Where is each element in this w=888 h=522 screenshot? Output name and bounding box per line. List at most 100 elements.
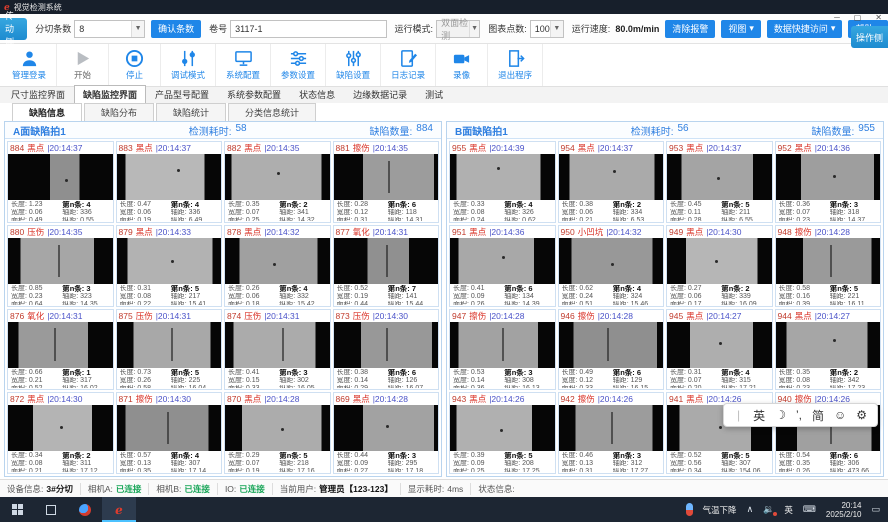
task-view-button[interactable]	[34, 497, 68, 522]
ime-lang-toggle[interactable]: 英	[753, 407, 765, 424]
defect-image[interactable]	[334, 154, 439, 200]
defect-cell[interactable]: 874 压伤 |20:14:31 长度: 0.41 宽度: 0.15 面积: 0…	[224, 309, 331, 391]
run-mode-select[interactable]: 双面检测 ▼	[436, 20, 480, 38]
defect-cell[interactable]: 953 黑点 |20:14:37 长度: 0.45 宽度: 0.11 面积: 0…	[666, 141, 773, 223]
start-button[interactable]	[0, 497, 34, 522]
defect-image[interactable]	[559, 238, 664, 284]
defect-cell[interactable]: 879 黑点 |20:14:33 长度: 0.31 宽度: 0.08 面积: 0…	[116, 225, 223, 307]
ime-toolbar[interactable]: ❘ 英 ☽ ’, 简 ☺ ⚙	[723, 403, 878, 427]
defect-cell[interactable]: 873 压伤 |20:14:30 长度: 0.38 宽度: 0.14 面积: 0…	[333, 309, 440, 391]
defect-image[interactable]	[8, 322, 113, 368]
tab-product-model-config[interactable]: 产品型号配置	[146, 85, 218, 103]
defect-image[interactable]	[8, 154, 113, 200]
defect-image[interactable]	[559, 154, 664, 200]
defect-cell[interactable]: 876 氧化 |20:14:31 长度: 0.66 宽度: 0.21 面积: 0…	[7, 309, 114, 391]
defect-image[interactable]	[225, 322, 330, 368]
defect-cell[interactable]: 948 擦伤 |20:14:28 长度: 0.58 宽度: 0.16 面积: 0…	[775, 225, 882, 307]
defect-cell[interactable]: 870 黑点 |20:14:28 长度: 0.29 宽度: 0.07 面积: 0…	[224, 392, 331, 474]
defect-cell[interactable]: 955 黑点 |20:14:39 长度: 0.33 宽度: 0.08 面积: 0…	[449, 141, 556, 223]
operator-side-button[interactable]: 操作侧	[851, 26, 888, 48]
ime-simplified-toggle[interactable]: 简	[812, 407, 824, 424]
taskbar-app-inspection[interactable]: ℯ	[102, 497, 136, 522]
thermometer-icon[interactable]	[686, 503, 693, 516]
defect-image[interactable]	[667, 154, 772, 200]
defect-image[interactable]	[334, 322, 439, 368]
parameter-settings-button[interactable]: 参数设置	[271, 44, 326, 86]
defect-image[interactable]	[117, 154, 222, 200]
defect-image[interactable]	[334, 238, 439, 284]
defect-cell[interactable]: 947 擦伤 |20:14:28 长度: 0.53 宽度: 0.14 面积: 0…	[449, 309, 556, 391]
subtab-defect-statistics[interactable]: 缺陷统计	[156, 103, 226, 121]
defect-image[interactable]	[667, 238, 772, 284]
exit-program-button[interactable]: 退出程序	[488, 44, 543, 86]
defect-cell[interactable]: 869 黑点 |20:14:28 长度: 0.44 宽度: 0.09 面积: 0…	[333, 392, 440, 474]
defect-cell[interactable]: 944 黑点 |20:14:27 长度: 0.35 宽度: 0.08 面积: 0…	[775, 309, 882, 391]
roll-number-input[interactable]	[230, 20, 386, 38]
defect-image[interactable]	[8, 238, 113, 284]
subtab-classification-statistics[interactable]: 分类信息统计	[228, 103, 316, 121]
defect-image[interactable]	[117, 238, 222, 284]
emoji-icon[interactable]: ☺	[834, 408, 846, 422]
volume-icon[interactable]: 🔉	[763, 504, 774, 515]
debug-mode-button[interactable]: 调试模式	[161, 44, 216, 86]
minimize-button[interactable]: ─	[834, 13, 840, 22]
tab-system-param-config[interactable]: 系统参数配置	[218, 85, 290, 103]
clear-alarm-button[interactable]: 清除报警	[665, 20, 715, 38]
defect-settings-button[interactable]: 缺陷设置	[326, 44, 381, 86]
confirm-count-button[interactable]: 确认条数	[151, 20, 201, 38]
defect-image[interactable]	[776, 238, 881, 284]
log-record-button[interactable]: 日志记录	[381, 44, 436, 86]
tab-edge-data-record[interactable]: 边缘数据记录	[344, 85, 416, 103]
defect-cell[interactable]: 880 压伤 |20:14:35 长度: 0.85 宽度: 0.23 面积: 0…	[7, 225, 114, 307]
ime-drag-handle[interactable]: ❘	[734, 409, 743, 422]
defect-cell[interactable]: 943 黑点 |20:14:26 长度: 0.39 宽度: 0.09 面积: 0…	[449, 392, 556, 474]
defect-cell[interactable]: 950 小凹坑 |20:14:32 长度: 0.62 宽度: 0.24 面积: …	[558, 225, 665, 307]
admin-login-button[interactable]: 管理登录	[2, 44, 57, 86]
maximize-button[interactable]: ▢	[854, 13, 862, 22]
defect-cell[interactable]: 872 黑点 |20:14:30 长度: 0.34 宽度: 0.08 面积: 0…	[7, 392, 114, 474]
ime-punctuation-toggle[interactable]: ’,	[796, 408, 802, 422]
defect-cell[interactable]: 945 黑点 |20:14:27 长度: 0.31 宽度: 0.07 面积: 0…	[666, 309, 773, 391]
subtab-defect-info[interactable]: 缺陷信息	[12, 103, 82, 121]
start-button[interactable]: 开始	[57, 44, 109, 86]
defect-image[interactable]	[450, 238, 555, 284]
stop-button[interactable]: 停止	[109, 44, 161, 86]
defect-image[interactable]	[225, 405, 330, 451]
defect-image[interactable]	[776, 322, 881, 368]
defect-cell[interactable]: 881 擦伤 |20:14:35 长度: 0.28 宽度: 0.12 面积: 0…	[333, 141, 440, 223]
defect-cell[interactable]: 952 黑点 |20:14:36 长度: 0.36 宽度: 0.07 面积: 0…	[775, 141, 882, 223]
defect-cell[interactable]: 946 擦伤 |20:14:28 长度: 0.49 宽度: 0.12 面积: 0…	[558, 309, 665, 391]
view-menu-button[interactable]: 视图▾	[721, 20, 761, 38]
tab-size-monitor[interactable]: 尺寸监控界面	[2, 85, 74, 103]
defect-image[interactable]	[8, 405, 113, 451]
tab-status-info[interactable]: 状态信息	[290, 85, 344, 103]
slit-count-select[interactable]: 8 ▼	[74, 20, 145, 38]
taskbar-app-browser[interactable]	[68, 497, 102, 522]
moon-icon[interactable]: ☽	[775, 408, 786, 422]
defect-image[interactable]	[450, 154, 555, 200]
defect-image[interactable]	[559, 405, 664, 451]
notification-center-icon[interactable]: ▭	[871, 504, 880, 515]
weather-text[interactable]: 气温下降	[703, 504, 737, 516]
gear-icon[interactable]: ⚙	[856, 408, 867, 422]
defect-cell[interactable]: 954 黑点 |20:14:37 长度: 0.38 宽度: 0.06 面积: 0…	[558, 141, 665, 223]
defect-cell[interactable]: 942 擦伤 |20:14:26 长度: 0.46 宽度: 0.13 面积: 0…	[558, 392, 665, 474]
defect-cell[interactable]: 949 黑点 |20:14:30 长度: 0.27 宽度: 0.06 面积: 0…	[666, 225, 773, 307]
defect-cell[interactable]: 884 黑点 |20:14:37 长度: 1.23 宽度: 0.06 面积: 0…	[7, 141, 114, 223]
defect-cell[interactable]: 882 黑点 |20:14:35 长度: 0.35 宽度: 0.07 面积: 0…	[224, 141, 331, 223]
drive-side-button[interactable]: 传动侧	[0, 18, 27, 40]
input-language-indicator[interactable]: 英	[784, 504, 793, 516]
defect-image[interactable]	[225, 238, 330, 284]
subtab-defect-distribution[interactable]: 缺陷分布	[84, 103, 154, 121]
defect-cell[interactable]: 875 压伤 |20:14:31 长度: 0.73 宽度: 0.26 面积: 0…	[116, 309, 223, 391]
tab-defect-monitor[interactable]: 缺陷监控界面	[74, 85, 146, 103]
defect-image[interactable]	[117, 405, 222, 451]
keyboard-icon[interactable]: ⌨	[803, 504, 816, 515]
taskbar-clock[interactable]: 20:14 2025/2/10	[826, 501, 862, 519]
system-config-button[interactable]: 系统配置	[216, 44, 271, 86]
defect-image[interactable]	[559, 322, 664, 368]
chart-points-select[interactable]: 100 ▼	[530, 20, 564, 38]
defect-image[interactable]	[667, 322, 772, 368]
defect-cell[interactable]: 877 氧化 |20:14:31 长度: 0.52 宽度: 0.19 面积: 0…	[333, 225, 440, 307]
defect-cell[interactable]: 883 黑点 |20:14:37 长度: 0.47 宽度: 0.06 面积: 0…	[116, 141, 223, 223]
